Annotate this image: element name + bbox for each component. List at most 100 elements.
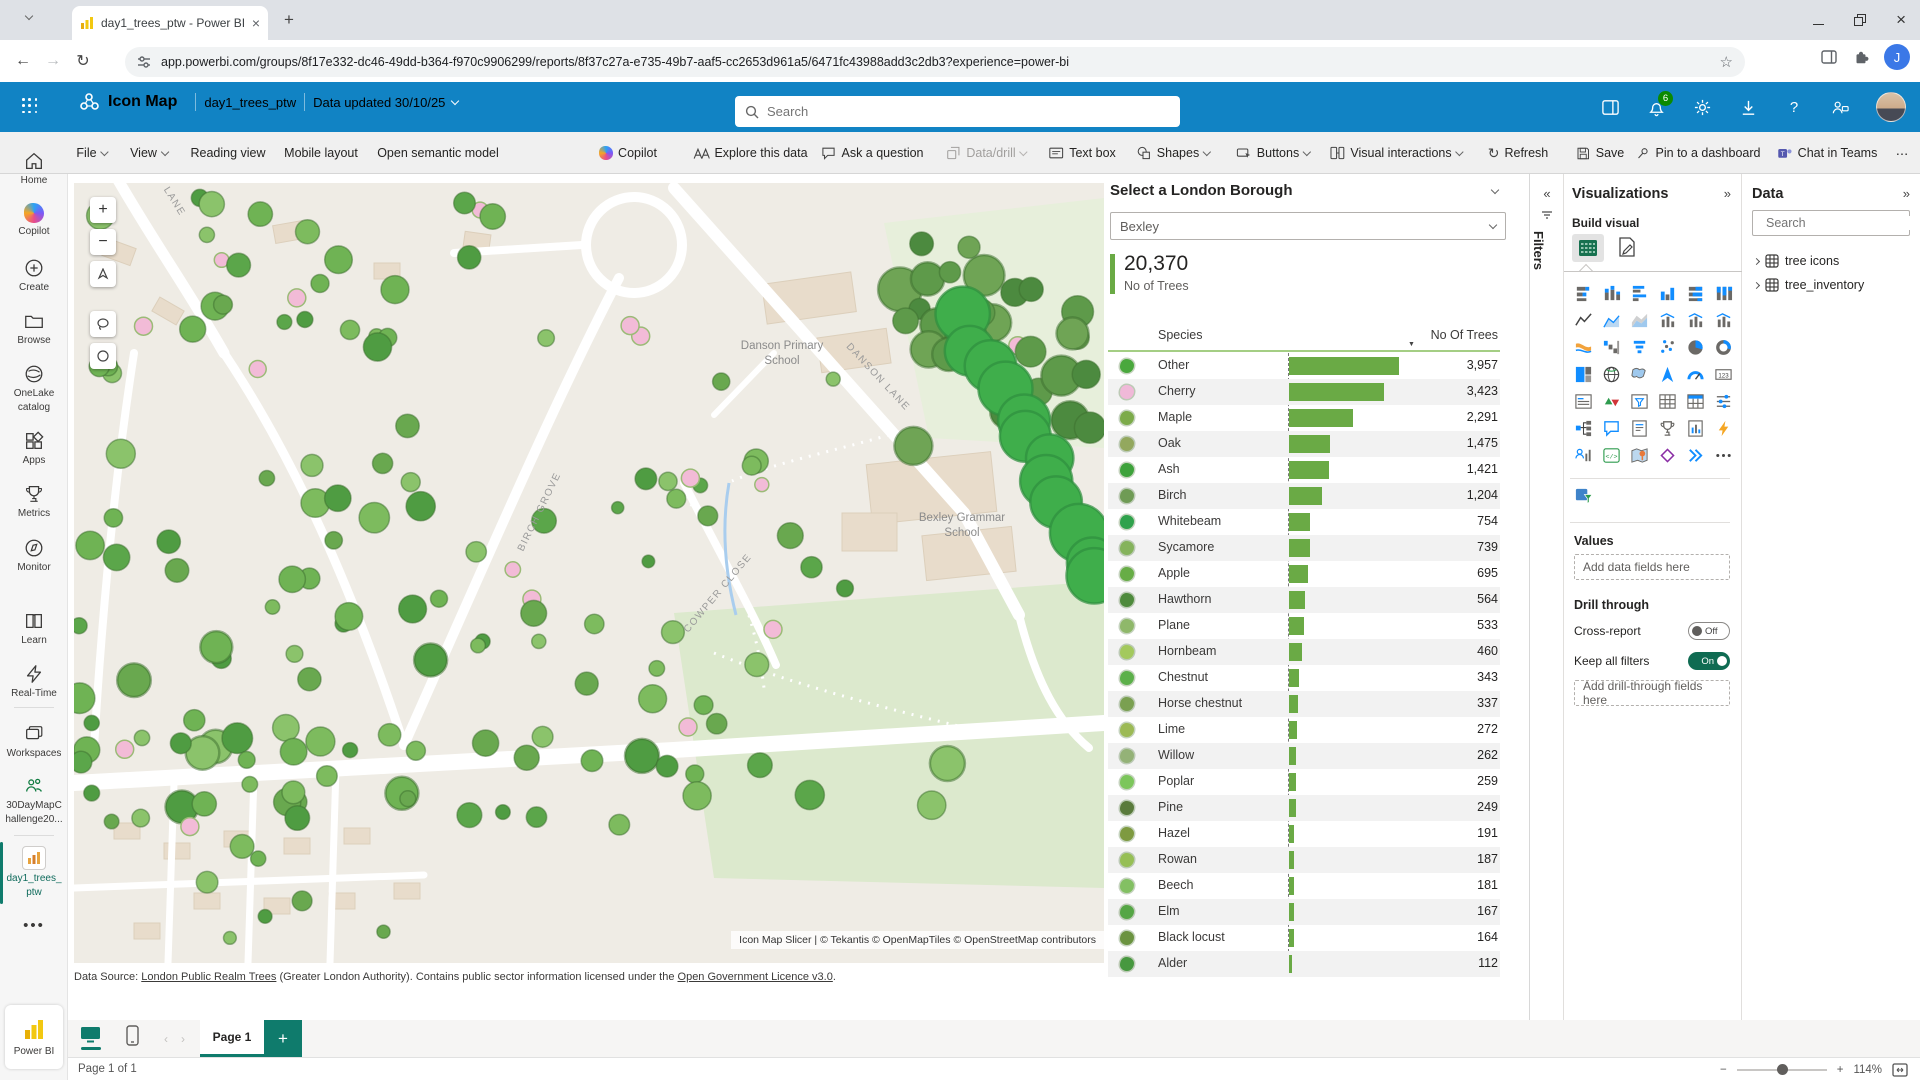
visual-type-clustered-column-chart-icon[interactable] [1654,280,1681,306]
bookmark-star-icon[interactable]: ☆ [1720,53,1733,71]
table-row[interactable]: Rowan187 [1108,847,1500,873]
window-close-button[interactable]: × [1896,10,1906,30]
borough-dropdown[interactable]: Bexley [1110,212,1506,240]
visual-type-treemap-icon[interactable] [1570,361,1597,387]
cross-report-toggle[interactable]: Off [1688,622,1730,640]
table-row[interactable]: Willow262 [1108,743,1500,769]
table-row[interactable]: Oak1,475 [1108,431,1500,457]
visual-type-azure-map-icon[interactable] [1654,361,1681,387]
add-page-button[interactable]: + [264,1020,302,1057]
visual-type-clustered-bar-chart-icon[interactable] [1626,280,1653,306]
zoom-in-icon[interactable]: + [1837,1064,1844,1076]
visual-type-waterfall-chart-icon[interactable] [1598,334,1625,360]
expand-icon[interactable] [1753,281,1760,288]
visual-type-power-apps-icon[interactable] [1682,442,1709,468]
format-visual-tab[interactable] [1616,236,1638,258]
browser-tab[interactable]: day1_trees_ptw - Power BI × [72,6,268,40]
powerbi-app-badge[interactable]: Power BI [5,1005,63,1069]
ribbon-item-data-drill[interactable]: Data/drill [945,132,1026,174]
visual-type-icon-map-visual-icon[interactable] [1626,442,1653,468]
visual-type-custom-slicer-icon[interactable] [1574,486,1593,505]
visual-type-gauge-icon[interactable] [1682,361,1709,387]
window-minimize-button[interactable] [1813,24,1824,25]
add-drill-fields-well[interactable]: Add drill-through fields here [1574,680,1730,706]
zoom-level[interactable]: 114% [1853,1064,1882,1076]
table-row[interactable]: Ash1,421 [1108,457,1500,483]
data-table-item[interactable]: tree icons [1754,254,1839,268]
column-species[interactable]: Species [1158,328,1202,342]
visual-type-slicer-icon[interactable] [1626,388,1653,414]
table-row[interactable]: Beech181 [1108,873,1500,899]
app-logo-text[interactable]: Icon Map [108,93,177,111]
visual-type-matrix-icon[interactable] [1682,388,1709,414]
ribbon-item-mobile-layout[interactable]: Mobile layout [284,132,358,174]
ribbon-item-ask-a-question[interactable]: Ask a question [821,132,924,174]
data-table-item[interactable]: tree_inventory [1754,278,1864,292]
global-search[interactable] [735,96,1180,127]
table-row[interactable]: Whitebeam754 [1108,509,1500,535]
collapse-visualizations-icon[interactable]: » [1724,186,1731,201]
slicer-collapse-icon[interactable] [1491,186,1499,194]
sidebar-item-learn[interactable]: Learn [0,610,68,646]
browser-profile-avatar[interactable]: J [1884,44,1910,70]
visual-type-stacked-area-chart-icon[interactable] [1626,307,1653,333]
table-row[interactable]: Pine249 [1108,795,1500,821]
visual-type-line-and-stacked-column-chart-icon[interactable] [1654,307,1681,333]
sidebar-item-realtime[interactable]: Real-Time [0,663,68,699]
visual-type-table-icon[interactable] [1654,388,1681,414]
table-row[interactable]: Poplar259 [1108,769,1500,795]
table-row[interactable]: Plane533 [1108,613,1500,639]
visual-type-line-and-clustered-column-chart-icon[interactable] [1682,307,1709,333]
url-bar[interactable]: app.powerbi.com/groups/8f17e332-dc46-49d… [125,47,1745,77]
ribbon-item-copilot[interactable]: Copilot [599,132,657,174]
table-row[interactable]: Alder112 [1108,951,1500,977]
visual-type-area-chart-icon[interactable] [1598,307,1625,333]
visual-type-q-and-a-icon[interactable] [1598,415,1625,441]
data-source-link[interactable]: London Public Realm Trees [141,971,276,983]
sidebar-item-monitor[interactable]: Monitor [0,537,68,573]
back-button[interactable]: ← [8,52,38,70]
notifications-bell-icon[interactable]: 6 [1646,97,1666,117]
licence-link[interactable]: Open Government Licence v3.0 [678,971,833,983]
visual-type-stacked-bar-chart-icon[interactable] [1570,280,1597,306]
table-row[interactable]: Elm167 [1108,899,1500,925]
ribbon-item-pin-to-a-dashboard[interactable]: Pin to a dashboard [1636,132,1761,174]
next-page-arrow[interactable]: › [181,1032,185,1046]
ribbon-item-reading-view[interactable]: Reading view [190,132,265,174]
data-updated-label[interactable]: Data updated 30/10/25 [313,95,458,110]
previous-page-arrow[interactable]: ‹ [164,1032,168,1046]
visual-type-combo-chart-icon[interactable] [1710,307,1737,333]
reload-button[interactable]: ↻ [68,51,98,71]
sort-desc-icon[interactable]: ▼ [1408,341,1415,348]
table-row[interactable]: Chestnut343 [1108,665,1500,691]
sidebar-item-browse[interactable]: Browse [0,310,68,346]
visual-type-get-more-visuals-icon[interactable] [1710,442,1737,468]
visual-type-100-stacked-column-chart-icon[interactable] [1710,280,1737,306]
visual-type-funnel-chart-icon[interactable] [1626,334,1653,360]
visual-type-paginated-report-icon[interactable] [1682,415,1709,441]
table-row[interactable]: Lime272 [1108,717,1500,743]
expand-filters-icon[interactable]: « [1531,186,1563,201]
settings-gear-icon[interactable] [1692,97,1712,117]
report-name[interactable]: day1_trees_ptw [204,95,296,110]
visual-type-script-visual-icon[interactable]: </> [1598,442,1625,468]
visual-type-pie-chart-icon[interactable] [1682,334,1709,360]
sidebar-item-home[interactable]: Home [0,150,68,186]
build-visual-tab[interactable] [1572,234,1604,262]
visual-type-kpi-icon[interactable] [1598,388,1625,414]
side-panel-icon[interactable] [1820,48,1838,66]
zoom-slider[interactable] [1737,1069,1827,1071]
ribbon-item-visual-interactions[interactable]: Visual interactions [1329,132,1462,174]
visual-type-multi-row-card-icon[interactable] [1570,388,1597,414]
visual-type-line-chart-icon[interactable] [1570,307,1597,333]
site-info-icon[interactable] [137,55,151,69]
ribbon-item-open-semantic-model[interactable]: Open semantic model [377,132,499,174]
sidebar-item-workspaces[interactable]: Workspaces [0,723,68,759]
feedback-icon[interactable] [1830,97,1850,117]
table-row[interactable]: Hawthorn564 [1108,587,1500,613]
visual-type-key-influencers-icon[interactable] [1570,442,1597,468]
table-row[interactable]: Hazel191 [1108,821,1500,847]
page-tab[interactable]: Page 1 [200,1020,264,1057]
visual-type-map-icon[interactable] [1598,361,1625,387]
add-data-fields-well[interactable]: Add data fields here [1574,554,1730,580]
